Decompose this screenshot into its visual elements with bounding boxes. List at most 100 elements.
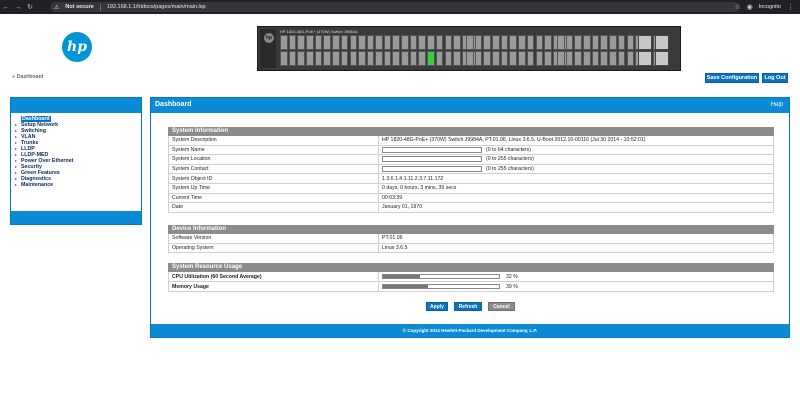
switch-port[interactable] (332, 51, 340, 66)
switch-port[interactable] (375, 35, 383, 50)
switch-port[interactable] (314, 35, 323, 50)
switch-port[interactable] (557, 51, 565, 66)
switch-port[interactable] (600, 51, 608, 66)
switch-port[interactable] (474, 51, 483, 66)
switch-port[interactable] (280, 35, 288, 50)
switch-port[interactable] (453, 51, 461, 66)
switch-port[interactable] (518, 51, 526, 66)
switch-port[interactable] (383, 51, 392, 66)
switch-port[interactable] (427, 51, 435, 66)
switch-port[interactable] (288, 35, 297, 50)
switch-port[interactable] (617, 51, 626, 66)
switch-port[interactable] (509, 51, 517, 66)
switch-port[interactable] (392, 35, 400, 50)
system-location-input[interactable] (382, 156, 482, 163)
switch-port[interactable] (466, 35, 474, 50)
switch-port[interactable] (332, 35, 340, 50)
sfp-port[interactable] (655, 51, 669, 66)
apply-button[interactable]: Apply (426, 302, 448, 311)
switch-port[interactable] (349, 35, 357, 50)
switch-port[interactable] (591, 51, 600, 66)
save-configuration-button[interactable]: Save Configuration (705, 73, 759, 83)
switch-port[interactable] (401, 35, 409, 50)
switch-port[interactable] (409, 51, 418, 66)
switch-port[interactable] (544, 51, 552, 66)
switch-port[interactable] (444, 51, 452, 66)
bookmark-star-icon[interactable]: ☆ (734, 3, 740, 11)
switch-port[interactable] (474, 35, 483, 50)
switch-port[interactable] (500, 51, 509, 66)
switch-port[interactable] (535, 51, 543, 66)
switch-port[interactable] (617, 35, 626, 50)
switch-port[interactable] (600, 35, 608, 50)
switch-port[interactable] (435, 35, 444, 50)
switch-port[interactable] (626, 51, 634, 66)
switch-port[interactable] (358, 35, 366, 50)
log-out-button[interactable]: Log Out (762, 73, 788, 83)
switch-port[interactable] (574, 51, 582, 66)
switch-port[interactable] (565, 51, 574, 66)
switch-port[interactable] (401, 51, 409, 66)
sfp-port[interactable] (638, 35, 652, 50)
switch-port[interactable] (544, 35, 552, 50)
switch-port[interactable] (526, 35, 535, 50)
switch-port[interactable] (483, 51, 491, 66)
switch-port[interactable] (557, 35, 565, 50)
switch-port[interactable] (583, 51, 591, 66)
switch-port[interactable] (609, 35, 617, 50)
system-name-input[interactable] (382, 146, 482, 153)
switch-port[interactable] (280, 51, 288, 66)
switch-port[interactable] (518, 35, 526, 50)
back-icon[interactable]: ← (0, 4, 12, 11)
switch-port[interactable] (427, 35, 435, 50)
menu-kebab-icon[interactable]: ⋮ (787, 3, 794, 11)
sfp-port[interactable] (655, 35, 669, 50)
switch-port[interactable] (444, 35, 452, 50)
sidebar-item-maintenance[interactable]: ▸ Maintenance (15, 182, 73, 188)
switch-port[interactable] (591, 35, 600, 50)
switch-port[interactable] (366, 35, 375, 50)
system-contact-input[interactable] (382, 166, 482, 173)
switch-port[interactable] (492, 35, 500, 50)
switch-port[interactable] (306, 51, 314, 66)
switch-port[interactable] (340, 35, 349, 50)
switch-port[interactable] (383, 35, 392, 50)
switch-port[interactable] (500, 35, 509, 50)
switch-port[interactable] (297, 35, 305, 50)
switch-port[interactable] (306, 35, 314, 50)
switch-port[interactable] (375, 51, 383, 66)
forward-icon[interactable]: → (12, 4, 24, 11)
switch-port[interactable] (626, 35, 634, 50)
switch-port[interactable] (297, 51, 305, 66)
switch-port[interactable] (509, 35, 517, 50)
help-link[interactable]: Help (771, 102, 783, 108)
switch-port[interactable] (323, 35, 331, 50)
switch-port[interactable] (609, 51, 617, 66)
switch-port[interactable] (492, 51, 500, 66)
switch-port[interactable] (483, 35, 491, 50)
sfp-port[interactable] (638, 51, 652, 66)
refresh-button[interactable]: Refresh (454, 302, 482, 311)
switch-port[interactable] (453, 35, 461, 50)
switch-port[interactable] (565, 35, 574, 50)
reload-icon[interactable]: ↻ (24, 3, 36, 11)
switch-port[interactable] (526, 51, 535, 66)
switch-port[interactable] (409, 35, 418, 50)
switch-port[interactable] (535, 35, 543, 50)
address-bar[interactable]: ⚠ Not secure 192.168.1.1/htdocs/pages/ma… (50, 2, 740, 12)
switch-port[interactable] (314, 51, 323, 66)
switch-port[interactable] (340, 51, 349, 66)
switch-port[interactable] (392, 51, 400, 66)
switch-port[interactable] (418, 35, 426, 50)
cancel-button[interactable]: Cancel (488, 302, 515, 311)
switch-port[interactable] (418, 51, 426, 66)
switch-port[interactable] (323, 51, 331, 66)
switch-port[interactable] (435, 51, 444, 66)
switch-port[interactable] (358, 51, 366, 66)
switch-port[interactable] (583, 35, 591, 50)
switch-port[interactable] (366, 51, 375, 66)
switch-port[interactable] (288, 51, 297, 66)
switch-port[interactable] (466, 51, 474, 66)
switch-port[interactable] (574, 35, 582, 50)
switch-port[interactable] (349, 51, 357, 66)
